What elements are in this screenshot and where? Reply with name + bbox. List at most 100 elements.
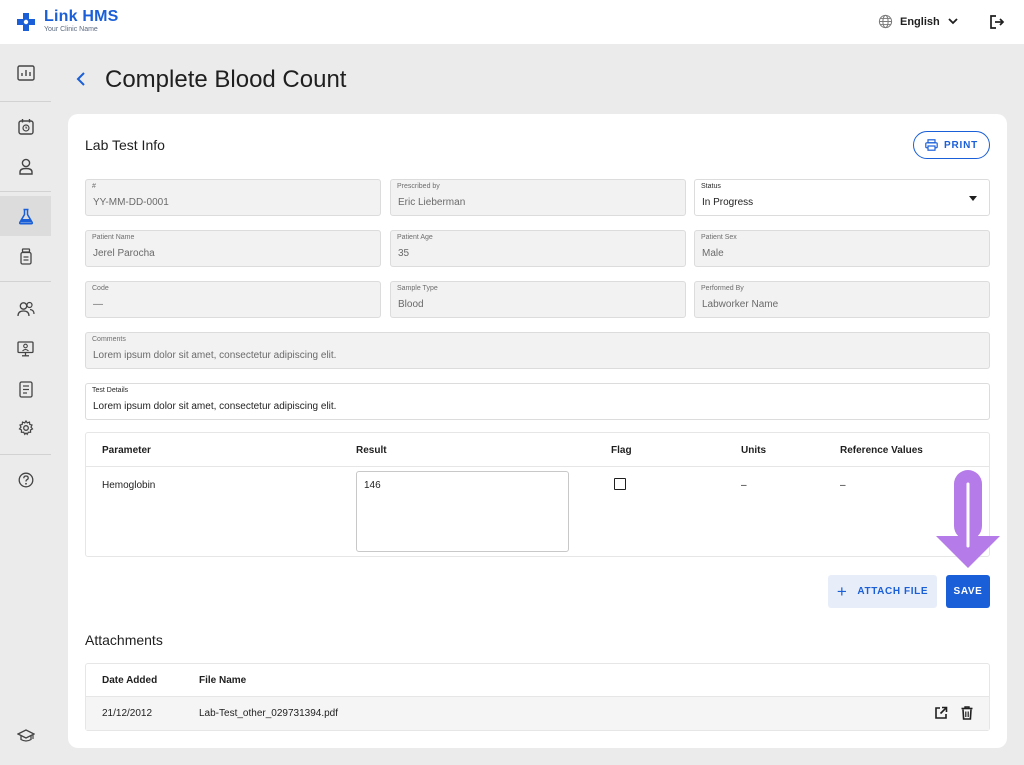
sidebar-item-users[interactable]: [0, 289, 51, 329]
sidebar-item-dashboard[interactable]: [0, 53, 51, 93]
sidebar-item-medication[interactable]: [0, 236, 51, 276]
sidebar-item-lab[interactable]: [0, 196, 51, 236]
prescribed-by-label: Prescribed by: [397, 183, 440, 190]
sidebar-item-monitor[interactable]: [0, 329, 51, 369]
attach-file-button[interactable]: + ATTACH FILE: [828, 575, 937, 608]
date-added-column-header: Date Added: [102, 675, 158, 686]
test-details-field[interactable]: Test Details Lorem ipsum dolor sit amet,…: [85, 383, 990, 420]
app-logo[interactable]: Link HMS Your Clinic Name: [16, 9, 119, 33]
patient-name-value: Jerel Parocha: [93, 248, 155, 259]
sample-type-field[interactable]: Sample Type Blood: [390, 281, 686, 318]
flag-checkbox[interactable]: [614, 478, 626, 490]
attachment-date: 21/12/2012: [102, 708, 153, 719]
sample-type-label: Sample Type: [397, 285, 438, 292]
comments-field[interactable]: Comments Lorem ipsum dolor sit amet, con…: [85, 332, 990, 369]
printer-icon: [925, 139, 938, 151]
result-input[interactable]: 146: [356, 471, 569, 552]
lab-icon: [18, 208, 33, 225]
sidebar-item-patients[interactable]: [0, 146, 51, 186]
patient-name-field[interactable]: Patient Name Jerel Parocha: [85, 230, 381, 267]
id-field[interactable]: # YY-MM-DD-0001: [85, 179, 381, 216]
file-name-column-header: File Name: [199, 675, 247, 686]
performed-by-label: Performed By: [701, 285, 744, 292]
result-value: 146: [364, 480, 381, 491]
flag-column-header: Flag: [611, 445, 632, 456]
units-column-header: Units: [741, 445, 766, 456]
performed-by-value: Labworker Name: [702, 299, 779, 310]
code-label: Code: [92, 285, 109, 292]
sidebar-item-settings[interactable]: [0, 408, 51, 448]
parameter-column-header: Parameter: [102, 445, 151, 456]
sidebar-item-help[interactable]: [0, 460, 51, 500]
code-value: —: [93, 299, 103, 310]
plus-icon: +: [836, 582, 848, 601]
patient-age-label: Patient Age: [397, 234, 433, 241]
patient-sex-field[interactable]: Patient Sex Male: [694, 230, 990, 267]
reference-value: –: [840, 480, 846, 491]
highlight-arrow-icon: [936, 470, 1000, 568]
sidebar-divider: [0, 281, 51, 282]
dropdown-caret-icon: [969, 196, 977, 201]
medication-icon: [19, 247, 32, 265]
top-bar: Link HMS Your Clinic Name English: [0, 0, 1024, 44]
sidebar: [0, 44, 51, 765]
reference-column-header: Reference Values: [840, 445, 923, 456]
parameter-table: Parameter Result Flag Units Reference Va…: [85, 432, 990, 557]
appointment-icon: [17, 118, 34, 135]
education-icon: [16, 729, 35, 742]
users-icon: [16, 301, 35, 317]
save-button[interactable]: SAVE: [946, 575, 990, 608]
logout-icon[interactable]: [989, 14, 1005, 30]
attachments-table: Date Added File Name 21/12/2012 Lab-Test…: [85, 663, 990, 731]
print-label: PRINT: [944, 139, 978, 151]
language-selector[interactable]: English: [878, 14, 958, 29]
patient-age-field[interactable]: Patient Age 35: [390, 230, 686, 267]
patient-sex-value: Male: [702, 248, 724, 259]
reports-icon: [18, 380, 33, 398]
sidebar-divider: [0, 101, 51, 102]
page-title: Complete Blood Count: [105, 66, 347, 93]
save-label: SAVE: [953, 586, 983, 597]
app-subtitle: Your Clinic Name: [44, 26, 98, 33]
status-label: Status: [701, 183, 721, 190]
patient-sex-label: Patient Sex: [701, 234, 737, 241]
prescribed-by-value: Eric Lieberman: [398, 197, 466, 208]
print-button[interactable]: PRINT: [913, 131, 990, 159]
help-icon: [18, 472, 33, 488]
chevron-down-icon: [948, 18, 958, 25]
language-label: English: [900, 15, 940, 28]
id-value: YY-MM-DD-0001: [93, 197, 169, 208]
sidebar-divider: [0, 454, 51, 455]
prescribed-by-field[interactable]: Prescribed by Eric Lieberman: [390, 179, 686, 216]
status-select[interactable]: Status In Progress: [694, 179, 990, 216]
parameter-name: Hemoglobin: [102, 480, 156, 491]
comments-value: Lorem ipsum dolor sit amet, consectetur …: [93, 350, 337, 361]
cross-logo-icon: [16, 12, 36, 32]
status-value: In Progress: [702, 197, 754, 208]
test-details-value: Lorem ipsum dolor sit amet, consectetur …: [93, 401, 337, 412]
globe-icon: [878, 14, 893, 29]
attachment-file-name: Lab-Test_other_029731394.pdf: [199, 708, 339, 719]
parameter-table-header: Parameter Result Flag Units Reference Va…: [86, 433, 989, 467]
comments-label: Comments: [92, 336, 126, 343]
result-column-header: Result: [356, 445, 387, 456]
sidebar-item-education[interactable]: [0, 716, 51, 756]
delete-icon[interactable]: [961, 706, 973, 720]
sample-type-value: Blood: [398, 299, 424, 310]
sidebar-item-reports[interactable]: [0, 369, 51, 409]
attach-file-label: ATTACH FILE: [857, 586, 929, 597]
code-field[interactable]: Code —: [85, 281, 381, 318]
dashboard-icon: [16, 65, 35, 81]
units-value: –: [741, 480, 747, 491]
attachments-table-header: Date Added File Name: [86, 664, 989, 697]
sidebar-divider: [0, 191, 51, 192]
back-arrow-icon[interactable]: [76, 71, 86, 87]
open-external-icon[interactable]: [934, 706, 948, 720]
performed-by-field[interactable]: Performed By Labworker Name: [694, 281, 990, 318]
table-row: 21/12/2012 Lab-Test_other_029731394.pdf: [86, 697, 989, 730]
id-label: #: [92, 183, 96, 190]
patient-icon: [18, 158, 33, 175]
sidebar-item-appointments[interactable]: [0, 106, 51, 146]
patient-age-value: 35: [398, 248, 410, 259]
app-name: Link HMS: [44, 8, 119, 25]
